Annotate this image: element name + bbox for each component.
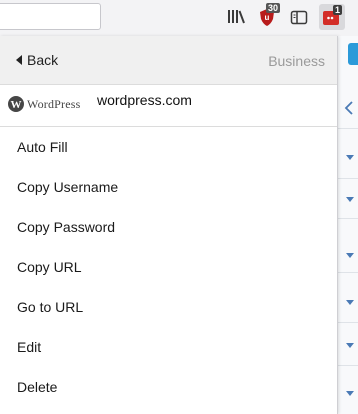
divider: [337, 365, 358, 366]
svg-text:u: u: [265, 13, 270, 22]
lastpass-popup-panel: Back Business W WordPress wordpress.com …: [0, 36, 338, 414]
menu-item-copy-url[interactable]: Copy URL: [0, 247, 337, 287]
menu-item-auto-fill[interactable]: Auto Fill: [0, 127, 337, 167]
library-icon[interactable]: [226, 7, 246, 27]
wordpress-logo: W WordPress: [8, 96, 81, 112]
menu-item-copy-password[interactable]: Copy Password: [0, 207, 337, 247]
caret-down-icon: [346, 197, 354, 202]
wordpress-logo-text: WordPress: [27, 96, 81, 111]
caret-down-icon: [346, 155, 354, 160]
chevron-left-icon: [344, 101, 354, 118]
caret-left-icon: [16, 55, 22, 65]
lastpass-icon[interactable]: 1: [319, 4, 345, 30]
lastpass-badge: 1: [333, 5, 343, 15]
caret-down-icon: [346, 253, 354, 258]
site-row: W WordPress wordpress.com: [0, 85, 337, 127]
ublock-icon[interactable]: u 30: [257, 3, 281, 27]
menu-item-copy-username[interactable]: Copy Username: [0, 167, 337, 207]
category-label: Business: [268, 53, 325, 69]
menu-item-delete[interactable]: Delete: [0, 367, 337, 407]
background-page: [337, 36, 358, 414]
divider: [337, 178, 358, 179]
browser-toolbar: u 30 1: [0, 0, 358, 36]
ublock-badge: 30: [266, 3, 281, 13]
divider: [337, 322, 358, 323]
divider: [337, 272, 358, 273]
sidebar-icon[interactable]: [289, 7, 309, 27]
menu-item-edit[interactable]: Edit: [0, 327, 337, 367]
back-button[interactable]: Back: [16, 52, 58, 68]
caret-down-icon: [346, 343, 354, 348]
back-label: Back: [27, 52, 59, 68]
wordpress-logo-icon: W: [8, 96, 24, 112]
action-menu: Auto Fill Copy Username Copy Password Co…: [0, 127, 337, 407]
divider: [337, 218, 358, 219]
site-name: wordpress.com: [97, 92, 192, 108]
url-bar[interactable]: [0, 3, 101, 30]
caret-down-icon: [346, 391, 354, 396]
caret-down-icon: [346, 300, 354, 305]
menu-item-go-to-url[interactable]: Go to URL: [0, 287, 337, 327]
panel-header: Back Business: [0, 36, 337, 85]
background-accent-bar: [348, 43, 358, 65]
divider: [337, 128, 358, 129]
